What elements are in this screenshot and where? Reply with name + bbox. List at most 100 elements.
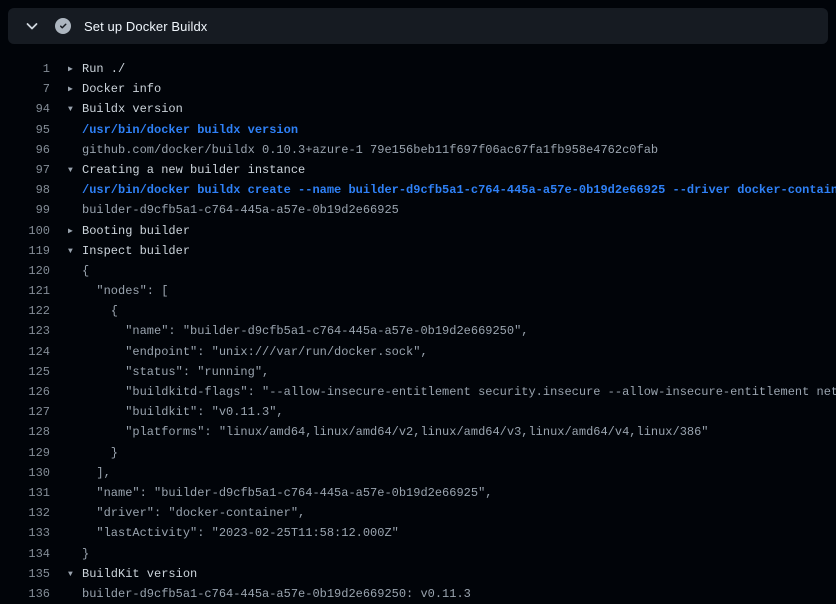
log-output-text: "status": "running", [68,362,269,382]
line-number[interactable]: 131 [0,483,50,503]
log-output-text: ], [68,463,111,483]
log-line-text: { [82,304,118,318]
line-number[interactable]: 125 [0,362,50,382]
log-line: 98/usr/bin/docker buildx create --name b… [0,180,836,200]
log-line: 95/usr/bin/docker buildx version [0,120,836,140]
line-number[interactable]: 95 [0,120,50,140]
line-number[interactable]: 99 [0,200,50,220]
log-line: 131 "name": "builder-d9cfb5a1-c764-445a-… [0,483,836,503]
log-line: 96 github.com/docker/buildx 0.10.3+azure-… [0,140,836,160]
log-line: 126 "buildkitd-flags": "--allow-insecure… [0,382,836,402]
log-output-text: "buildkitd-flags": "--allow-insecure-ent… [68,382,836,402]
log-line: 122 { [0,301,836,321]
log-group-header[interactable]: ▼Creating a new builder instance [68,160,305,180]
log-group-header[interactable]: ▼BuildKit version [68,564,197,584]
log-output-text: "lastActivity": "2023-02-25T11:58:12.000… [68,523,399,543]
triangle-down-icon: ▼ [68,100,82,120]
log-output-text: "name": "builder-d9cfb5a1-c764-445a-a57e… [68,483,492,503]
log-line-text: } [82,446,118,460]
log-group-header[interactable]: ▶Docker info [68,79,161,99]
log-output-text: "platforms": "linux/amd64,linux/amd64/v2… [68,422,709,442]
log-line-text: builder-d9cfb5a1-c764-445a-a57e-0b19d2e6… [82,587,471,601]
log-group-header[interactable]: ▼Inspect builder [68,241,190,261]
step-header-set-up-docker-buildx[interactable]: Set up Docker Buildx [8,8,828,44]
log-line-text: "lastActivity": "2023-02-25T11:58:12.000… [82,526,399,540]
log-line: 132 "driver": "docker-container", [0,503,836,523]
log-line-text: "nodes": [ [82,284,168,298]
line-number[interactable]: 97 [0,160,50,180]
line-number[interactable]: 98 [0,180,50,200]
log-line-text: /usr/bin/docker buildx create --name bui… [82,183,836,197]
log-group-header[interactable]: ▶Run ./ [68,59,125,79]
log-command-text: /usr/bin/docker buildx version [68,120,298,140]
log-line: 123 "name": "builder-d9cfb5a1-c764-445a-… [0,321,836,341]
log-line-text: } [82,547,89,561]
log-output-text: } [68,443,118,463]
log-line: 134} [0,544,836,564]
line-number[interactable]: 135 [0,564,50,584]
line-number[interactable]: 127 [0,402,50,422]
line-number[interactable]: 96 [0,140,50,160]
chevron-down-icon[interactable] [24,18,40,34]
log-line-text: "platforms": "linux/amd64,linux/amd64/v2… [82,425,709,439]
triangle-right-icon: ▶ [68,60,82,80]
line-number[interactable]: 136 [0,584,50,604]
line-number[interactable]: 121 [0,281,50,301]
log-line-text: /usr/bin/docker buildx version [82,123,298,137]
log-line-text: Creating a new builder instance [82,163,305,177]
triangle-right-icon: ▶ [68,222,82,242]
line-number[interactable]: 134 [0,544,50,564]
log-line: 130 ], [0,463,836,483]
line-number[interactable]: 133 [0,523,50,543]
log-line: 99 builder-d9cfb5a1-c764-445a-a57e-0b19d2… [0,200,836,220]
log-line-text: Inspect builder [82,244,190,258]
log-viewer: 1▶Run ./7▶Docker info94▼Buildx version95… [0,44,836,604]
line-number[interactable]: 124 [0,342,50,362]
log-line-text: "buildkitd-flags": "--allow-insecure-ent… [82,385,836,399]
log-line: 7 ▶Docker info [0,79,836,99]
log-line-text: Docker info [82,82,161,96]
log-line: 136 builder-d9cfb5a1-c764-445a-a57e-0b19d… [0,584,836,604]
check-circle-icon [55,18,71,34]
log-output-text: { [68,261,89,281]
log-line-text: Run ./ [82,62,125,76]
log-group-header[interactable]: ▼Buildx version [68,99,183,119]
log-line-text: github.com/docker/buildx 0.10.3+azure-1 … [82,143,658,157]
log-line: 94 ▼Buildx version [0,99,836,119]
log-line-text: Buildx version [82,102,183,116]
log-line-text: "name": "builder-d9cfb5a1-c764-445a-a57e… [82,324,528,338]
log-output-text: { [68,301,118,321]
log-line: 119 ▼Inspect builder [0,241,836,261]
log-line-text: "driver": "docker-container", [82,506,305,520]
line-number[interactable]: 130 [0,463,50,483]
log-line: 124 "endpoint": "unix:///var/run/docker.… [0,342,836,362]
log-line-text: "buildkit": "v0.11.3", [82,405,284,419]
line-number[interactable]: 129 [0,443,50,463]
log-output-text: "endpoint": "unix:///var/run/docker.sock… [68,342,428,362]
triangle-right-icon: ▶ [68,80,82,100]
line-number[interactable]: 119 [0,241,50,261]
line-number[interactable]: 122 [0,301,50,321]
line-number[interactable]: 132 [0,503,50,523]
line-number[interactable]: 123 [0,321,50,341]
line-number[interactable]: 100 [0,221,50,241]
log-line: 125 "status": "running", [0,362,836,382]
line-number[interactable]: 128 [0,422,50,442]
line-number[interactable]: 126 [0,382,50,402]
log-line-text: BuildKit version [82,567,197,581]
log-command-text: /usr/bin/docker buildx create --name bui… [68,180,836,200]
line-number[interactable]: 120 [0,261,50,281]
line-number[interactable]: 94 [0,99,50,119]
log-output-text: builder-d9cfb5a1-c764-445a-a57e-0b19d2e6… [68,584,471,604]
log-output-text: github.com/docker/buildx 0.10.3+azure-1 … [68,140,658,160]
log-line-text: { [82,264,89,278]
log-line-text: Booting builder [82,224,190,238]
log-output-text: "name": "builder-d9cfb5a1-c764-445a-a57e… [68,321,528,341]
line-number[interactable]: 1 [0,59,50,79]
log-output-text: builder-d9cfb5a1-c764-445a-a57e-0b19d2e6… [68,200,399,220]
log-output-text: "nodes": [ [68,281,168,301]
log-group-header[interactable]: ▶Booting builder [68,221,190,241]
log-line-text: "name": "builder-d9cfb5a1-c764-445a-a57e… [82,486,492,500]
line-number[interactable]: 7 [0,79,50,99]
triangle-down-icon: ▼ [68,161,82,181]
